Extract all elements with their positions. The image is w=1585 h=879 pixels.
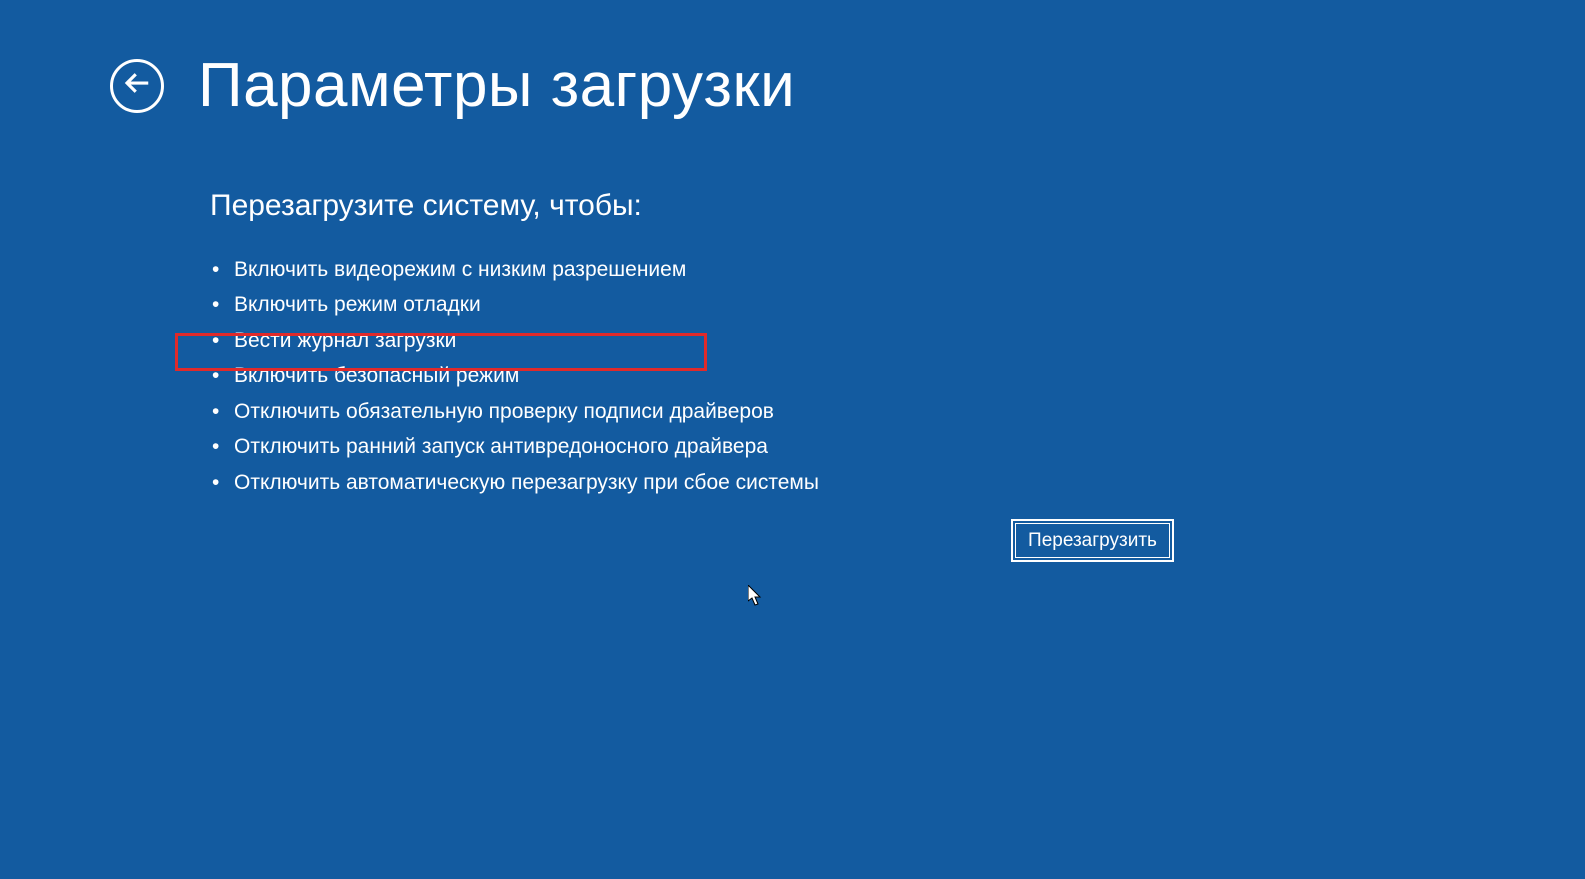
back-arrow-icon — [122, 68, 152, 103]
page-title: Параметры загрузки — [198, 50, 795, 121]
list-item: Отключить автоматическую перезагрузку пр… — [210, 468, 1585, 498]
list-item: Включить режим отладки — [210, 290, 1585, 320]
list-item: Отключить ранний запуск антивредоносного… — [210, 432, 1585, 462]
cursor-icon — [748, 585, 764, 607]
back-button[interactable] — [110, 59, 164, 113]
list-item: Включить видеорежим с низким разрешением — [210, 255, 1585, 285]
list-item: Включить безопасный режим — [210, 361, 1585, 391]
restart-button[interactable]: Перезагрузить — [1011, 519, 1174, 562]
list-item: Отключить обязательную проверку подписи … — [210, 397, 1585, 427]
subtitle: Перезагрузите систему, чтобы: — [210, 189, 1585, 223]
startup-options-list: Включить видеорежим с низким разрешением… — [210, 255, 1585, 498]
list-item: Вести журнал загрузки — [210, 326, 1585, 356]
